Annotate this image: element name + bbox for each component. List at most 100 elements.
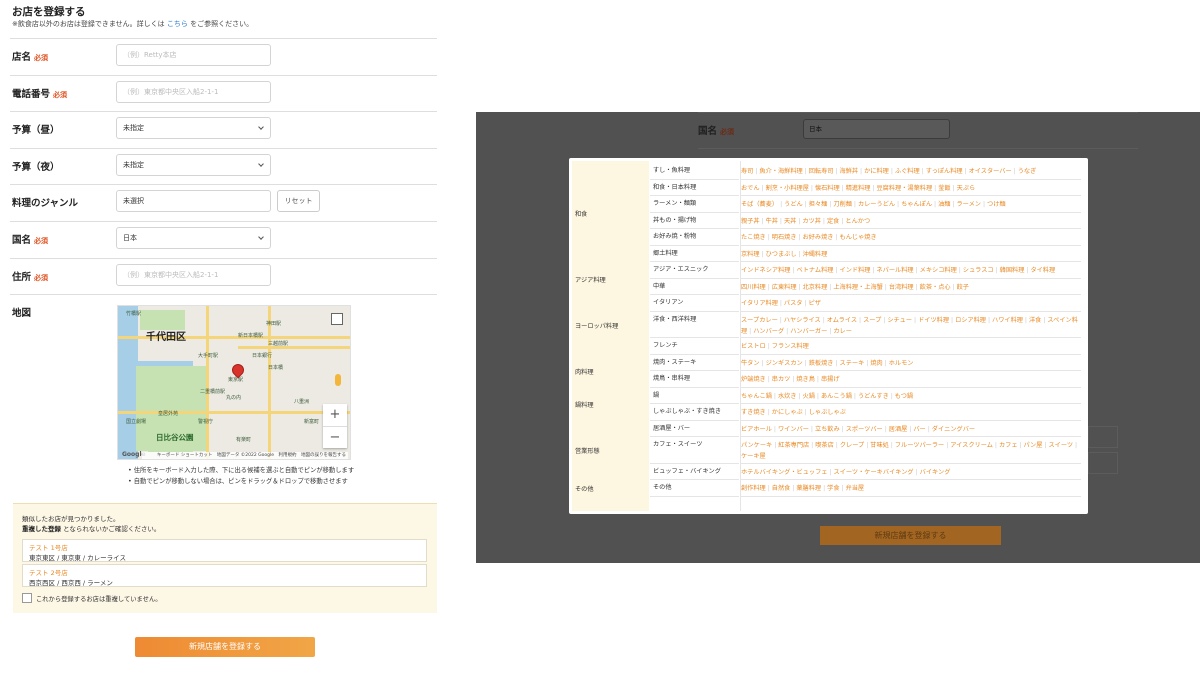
genre-link[interactable]: アイスクリーム: [950, 442, 993, 449]
genre-link[interactable]: オイスターバー: [969, 168, 1012, 175]
text-field[interactable]: （例）東京都中央区入船2-1-1: [116, 81, 271, 103]
register-button[interactable]: 新規店舗を登録する: [135, 637, 315, 657]
genre-link[interactable]: ちゃんこ鍋: [741, 393, 772, 400]
map[interactable]: 千代田区 日比谷公園 竹橋駅 神田駅 新日本橋駅 三越前駅 日本橋 東京駅 大手町駅 二重橋前…: [117, 305, 351, 460]
genre-subcategory[interactable]: しゃぶしゃぶ・すき焼き: [650, 404, 739, 421]
genre-subcategory[interactable]: 居酒屋・バー: [650, 421, 739, 437]
genre-link[interactable]: 明石焼き: [772, 234, 797, 241]
genre-link[interactable]: 懐石料理: [815, 185, 840, 192]
genre-subcategory[interactable]: お好み焼・粉物: [650, 229, 739, 246]
genre-link[interactable]: インド料理: [840, 267, 871, 274]
genre-subcategory[interactable]: 和食・日本料理: [650, 180, 739, 196]
genre-link[interactable]: カレーうどん: [858, 201, 895, 208]
genre-link[interactable]: パン屋: [1024, 442, 1043, 449]
genre-subcategory[interactable]: 中華: [650, 279, 739, 295]
genre-link[interactable]: 親子丼: [741, 218, 760, 225]
genre-link[interactable]: カレー: [833, 328, 852, 335]
genre-link[interactable]: もんじゃ焼き: [840, 234, 877, 241]
genre-link[interactable]: カツ丼: [802, 218, 821, 225]
genre-link[interactable]: ホテルバイキング・ビュッフェ: [741, 469, 827, 476]
genre-link[interactable]: カフェ: [999, 442, 1018, 449]
not-duplicate-checkbox[interactable]: [22, 593, 32, 603]
genre-link[interactable]: 創作料理: [741, 485, 766, 492]
genre-link[interactable]: ハワイ料理: [992, 317, 1023, 324]
genre-link[interactable]: 韓国料理: [1000, 267, 1025, 274]
genre-subcategory[interactable]: アジア・エスニック: [650, 262, 739, 279]
genre-link[interactable]: 北京料理: [803, 284, 828, 291]
genre-link[interactable]: シュラスコ: [963, 267, 994, 274]
genre-link[interactable]: 紅茶専門店: [778, 442, 809, 449]
zoom-in-button[interactable]: +: [323, 404, 347, 426]
genre-link[interactable]: ビストロ: [741, 343, 766, 350]
genre-link[interactable]: ダイニングバー: [932, 426, 975, 433]
genre-link[interactable]: 洋食: [1029, 317, 1041, 324]
genre-link[interactable]: すき焼き: [741, 409, 766, 416]
genre-link[interactable]: ピザ: [809, 300, 821, 307]
genre-link[interactable]: 魚介・海鮮料理: [759, 168, 802, 175]
genre-link[interactable]: フルーツパーラー: [895, 442, 944, 449]
genre-link[interactable]: ハンバーガー: [790, 328, 827, 335]
genre-link[interactable]: ちゃんぽん: [901, 201, 932, 208]
genre-link[interactable]: 京料理: [741, 251, 760, 258]
genre-link[interactable]: 学食: [827, 485, 839, 492]
genre-link[interactable]: インドネシア料理: [741, 267, 791, 274]
genre-link[interactable]: シチュー: [887, 317, 912, 324]
zoom-out-button[interactable]: −: [323, 426, 347, 448]
genre-link[interactable]: ワインバー: [778, 426, 809, 433]
note-link[interactable]: こちら: [167, 20, 188, 28]
genre-link[interactable]: 四川料理: [741, 284, 766, 291]
genre-link[interactable]: 割烹・小料理屋: [766, 185, 809, 192]
genre-subcategory[interactable]: 洋食・西洋料理: [650, 312, 739, 338]
country-select[interactable]: 日本: [803, 119, 950, 139]
genre-link[interactable]: 薬膳料理: [796, 485, 821, 492]
genre-link[interactable]: 水炊き: [778, 393, 797, 400]
genre-link[interactable]: かにしゃぶ: [772, 409, 803, 416]
genre-link[interactable]: 天ぷら: [957, 185, 976, 192]
duplicate-shop[interactable]: テスト 2号店 西京西区 / 西京西 / ラーメン: [22, 564, 427, 587]
text-field[interactable]: （例）東京都中央区入船2-1-1: [116, 264, 271, 286]
genre-link[interactable]: 精進料理: [846, 185, 871, 192]
genre-link[interactable]: クレープ: [840, 442, 864, 449]
genre-link[interactable]: 回転寿司: [809, 168, 834, 175]
genre-link[interactable]: ケーキ屋: [741, 453, 766, 460]
genre-link[interactable]: とんかつ: [845, 218, 870, 225]
genre-subcategory[interactable]: カフェ・スイーツ: [650, 437, 739, 464]
genre-link[interactable]: かに料理: [864, 168, 889, 175]
genre-link[interactable]: 鉄板焼き: [809, 360, 834, 367]
genre-link[interactable]: ジンギスカン: [766, 360, 803, 367]
genre-link[interactable]: しゃぶしゃぶ: [809, 409, 846, 416]
text-field[interactable]: 未選択: [116, 190, 271, 212]
genre-link[interactable]: ドイツ料理: [918, 317, 949, 324]
genre-subcategory[interactable]: ビュッフェ・バイキング: [650, 464, 739, 480]
genre-link[interactable]: オムライス: [827, 317, 857, 324]
genre-link[interactable]: 喫茶店: [815, 442, 834, 449]
genre-link[interactable]: 飲茶・点心: [920, 284, 951, 291]
genre-link[interactable]: ステーキ: [840, 360, 865, 367]
genre-link[interactable]: タイ料理: [1030, 267, 1055, 274]
genre-subcategory[interactable]: すし・魚料理: [650, 163, 739, 180]
genre-link[interactable]: パンケーキ: [741, 442, 772, 449]
genre-link[interactable]: お好み焼き: [803, 234, 834, 241]
genre-link[interactable]: 牛丼: [766, 218, 778, 225]
genre-link[interactable]: 上海料理・上海蟹: [833, 284, 883, 291]
genre-link[interactable]: ホルモン: [889, 360, 914, 367]
genre-link[interactable]: イタリア料理: [741, 300, 778, 307]
genre-link[interactable]: 弁当屋: [846, 485, 865, 492]
genre-link[interactable]: 寿司: [741, 168, 753, 175]
genre-link[interactable]: 台湾料理: [889, 284, 914, 291]
genre-link[interactable]: バイキング: [920, 469, 951, 476]
genre-link[interactable]: 豆腐料理・湯葉料理: [877, 185, 933, 192]
genre-link[interactable]: ラーメン: [956, 201, 981, 208]
genre-link[interactable]: ハンバーグ: [753, 328, 784, 335]
genre-link[interactable]: 海鮮丼: [840, 168, 859, 175]
select-field[interactable]: 未指定: [116, 154, 271, 176]
genre-link[interactable]: 居酒屋: [889, 426, 908, 433]
genre-link[interactable]: 定食: [827, 218, 839, 225]
genre-link[interactable]: 焼き鳥: [796, 376, 815, 383]
genre-subcategory[interactable]: 焼肉・ステーキ: [650, 355, 739, 371]
genre-subcategory[interactable]: 丼もの・揚げ物: [650, 213, 739, 229]
genre-link[interactable]: 串カツ: [772, 376, 791, 383]
genre-link[interactable]: ひつまぶし: [766, 251, 797, 258]
genre-link[interactable]: バー: [913, 426, 925, 433]
genre-link[interactable]: 天丼: [784, 218, 796, 225]
